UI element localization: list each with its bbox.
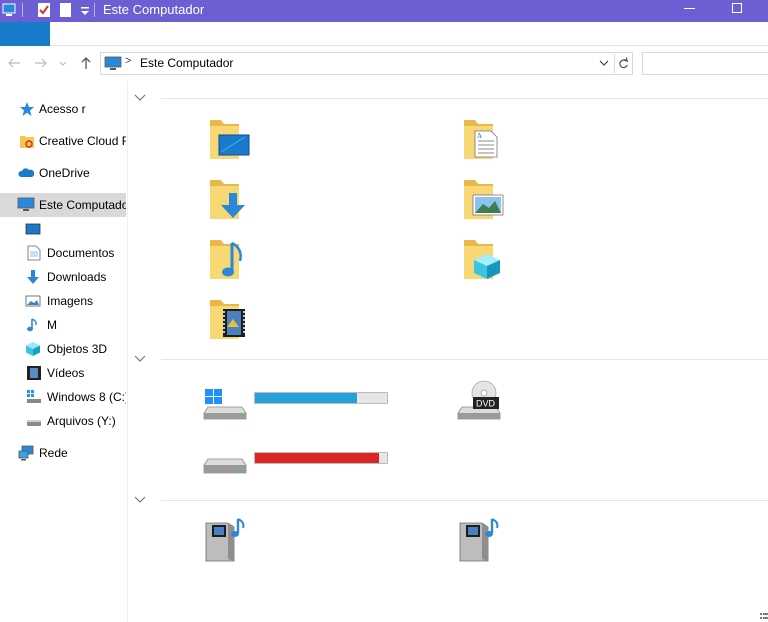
cloud-icon (18, 168, 34, 177)
file-tab[interactable] (0, 22, 50, 46)
nav-item-label: Imagens (47, 294, 94, 308)
breadcrumb[interactable]: Este Computador (140, 56, 233, 70)
music-folder-icon[interactable] (209, 237, 253, 285)
search-input[interactable] (642, 52, 768, 75)
pictures-folder-icon[interactable] (463, 177, 507, 225)
nav-item-label: M (47, 318, 57, 332)
3d-objects-folder-icon[interactable] (463, 237, 507, 285)
videos-icon (27, 366, 41, 380)
cube-icon (26, 342, 40, 356)
svg-text:DVD: DVD (476, 399, 496, 409)
nav-item-desktop[interactable] (0, 217, 126, 241)
download-icon (27, 270, 39, 284)
nav-item-creative-cloud[interactable]: Creative Cloud F (0, 129, 126, 153)
properties-icon[interactable] (37, 2, 51, 18)
svg-text:A: A (477, 132, 482, 140)
navigation-pane: Acesso r Creative Cloud F OneDrive Este … (0, 81, 128, 622)
nav-item-label: Rede (39, 446, 68, 460)
nav-item-label: Objetos 3D (47, 342, 108, 356)
window-title: Este Computador (103, 2, 205, 17)
nav-item-label: Downloads (47, 270, 107, 284)
pictures-icon (25, 295, 41, 307)
computer-icon (17, 197, 35, 211)
content-area: A DVD (129, 81, 768, 622)
windows-drive-icon[interactable] (202, 387, 248, 423)
music-icon (27, 318, 37, 332)
downloads-folder-icon[interactable] (209, 177, 253, 225)
group-divider (161, 500, 768, 501)
dvd-drive-icon[interactable]: DVD (456, 379, 504, 423)
title-separator (94, 3, 95, 17)
drive-y-usage-fill (255, 453, 380, 463)
title-bar: Este Computador (0, 0, 768, 22)
chevron-down-icon[interactable] (598, 57, 610, 69)
drive-y-usage-bar (254, 452, 388, 464)
group-divider (161, 359, 768, 360)
nav-item-3d-objects[interactable]: Objetos 3D (0, 337, 126, 361)
address-row: > Este Computador (0, 47, 768, 81)
computer-icon (104, 56, 122, 70)
new-folder-icon[interactable] (59, 2, 73, 18)
drive-c-usage-fill (255, 393, 357, 403)
nav-item-label: Creative Cloud F (39, 134, 126, 148)
computer-icon[interactable] (2, 2, 16, 18)
ribbon-tab-strip (0, 22, 768, 46)
network-icon (18, 445, 34, 461)
windows-drive-icon (27, 390, 41, 403)
documents-icon (27, 245, 41, 261)
nav-item-label: Este Computador (39, 198, 126, 212)
desktop-folder-icon[interactable] (209, 117, 253, 165)
forward-arrow-icon[interactable] (33, 55, 49, 71)
minimize-icon[interactable] (683, 4, 697, 14)
drive-icon[interactable] (202, 455, 248, 481)
chevron-down-icon[interactable] (134, 355, 146, 363)
address-bar[interactable]: > Este Computador (100, 52, 633, 75)
drive-icon (27, 420, 41, 426)
chevron-down-icon[interactable] (78, 2, 92, 18)
nav-item-label: OneDrive (39, 166, 90, 180)
media-server-icon[interactable] (456, 515, 506, 565)
chevron-down-icon[interactable] (134, 496, 146, 504)
nav-item-label: Vídeos (47, 366, 85, 380)
breadcrumb-separator[interactable]: > (125, 55, 131, 67)
nav-item-quick-access[interactable]: Acesso r (0, 97, 126, 121)
videos-folder-icon[interactable] (209, 297, 253, 345)
drive-c-usage-bar (254, 392, 388, 404)
nav-item-music[interactable]: M (0, 313, 126, 337)
nav-item-drive-c[interactable]: Windows 8 (C:) (0, 385, 126, 409)
nav-item-network[interactable]: Rede (0, 441, 126, 465)
refresh-icon[interactable] (614, 54, 632, 73)
nav-item-label: Arquivos (Y:) (47, 414, 116, 428)
nav-item-this-pc[interactable]: Este Computador (0, 193, 126, 217)
group-divider (161, 98, 768, 99)
recent-locations-chevron-icon[interactable] (58, 55, 68, 71)
nav-item-label: Documentos (47, 246, 115, 260)
maximize-icon[interactable] (731, 2, 743, 14)
nav-item-label: Acesso r (39, 102, 86, 116)
nav-item-drive-y[interactable]: Arquivos (Y:) (0, 409, 126, 433)
chevron-down-icon[interactable] (134, 94, 146, 102)
back-arrow-icon[interactable] (6, 55, 22, 71)
documents-folder-icon[interactable]: A (463, 117, 507, 165)
nav-item-downloads[interactable]: Downloads (0, 265, 126, 289)
nav-item-label: Windows 8 (C:) (47, 390, 126, 404)
nav-item-onedrive[interactable]: OneDrive (0, 161, 126, 185)
nav-item-videos[interactable]: Vídeos (0, 361, 126, 385)
desktop-icon (25, 223, 41, 235)
star-icon (20, 102, 34, 116)
up-arrow-icon[interactable] (78, 55, 94, 71)
media-server-icon[interactable] (202, 515, 252, 565)
creative-cloud-folder-icon (20, 136, 34, 148)
nav-item-pictures[interactable]: Imagens (0, 289, 126, 313)
view-details-icon[interactable] (760, 612, 768, 622)
nav-item-documents[interactable]: Documentos (0, 241, 126, 265)
